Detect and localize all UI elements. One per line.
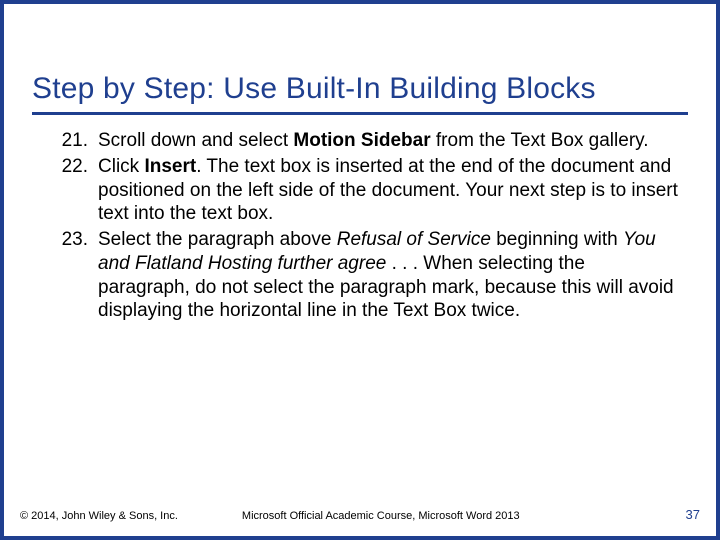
footer-page-number: 37: [686, 507, 700, 522]
list-item: 23. Select the paragraph above Refusal o…: [50, 228, 678, 323]
slide-title: Step by Step: Use Built-In Building Bloc…: [32, 30, 688, 115]
footer-course: Microsoft Official Academic Course, Micr…: [178, 510, 686, 522]
step-body: Click Insert. The text box is inserted a…: [98, 155, 678, 226]
slide: Step by Step: Use Built-In Building Bloc…: [0, 0, 720, 540]
list-item: 21. Scroll down and select Motion Sideba…: [50, 129, 678, 153]
slide-footer: © 2014, John Wiley & Sons, Inc. Microsof…: [20, 507, 700, 522]
step-number: 22.: [50, 155, 98, 226]
step-body: Select the paragraph above Refusal of Se…: [98, 228, 678, 323]
step-number: 23.: [50, 228, 98, 323]
footer-copyright: © 2014, John Wiley & Sons, Inc.: [20, 510, 178, 522]
step-number: 21.: [50, 129, 98, 153]
slide-content: 21. Scroll down and select Motion Sideba…: [32, 115, 688, 323]
step-list: 21. Scroll down and select Motion Sideba…: [50, 129, 678, 323]
step-body: Scroll down and select Motion Sidebar fr…: [98, 129, 678, 153]
list-item: 22. Click Insert. The text box is insert…: [50, 155, 678, 226]
